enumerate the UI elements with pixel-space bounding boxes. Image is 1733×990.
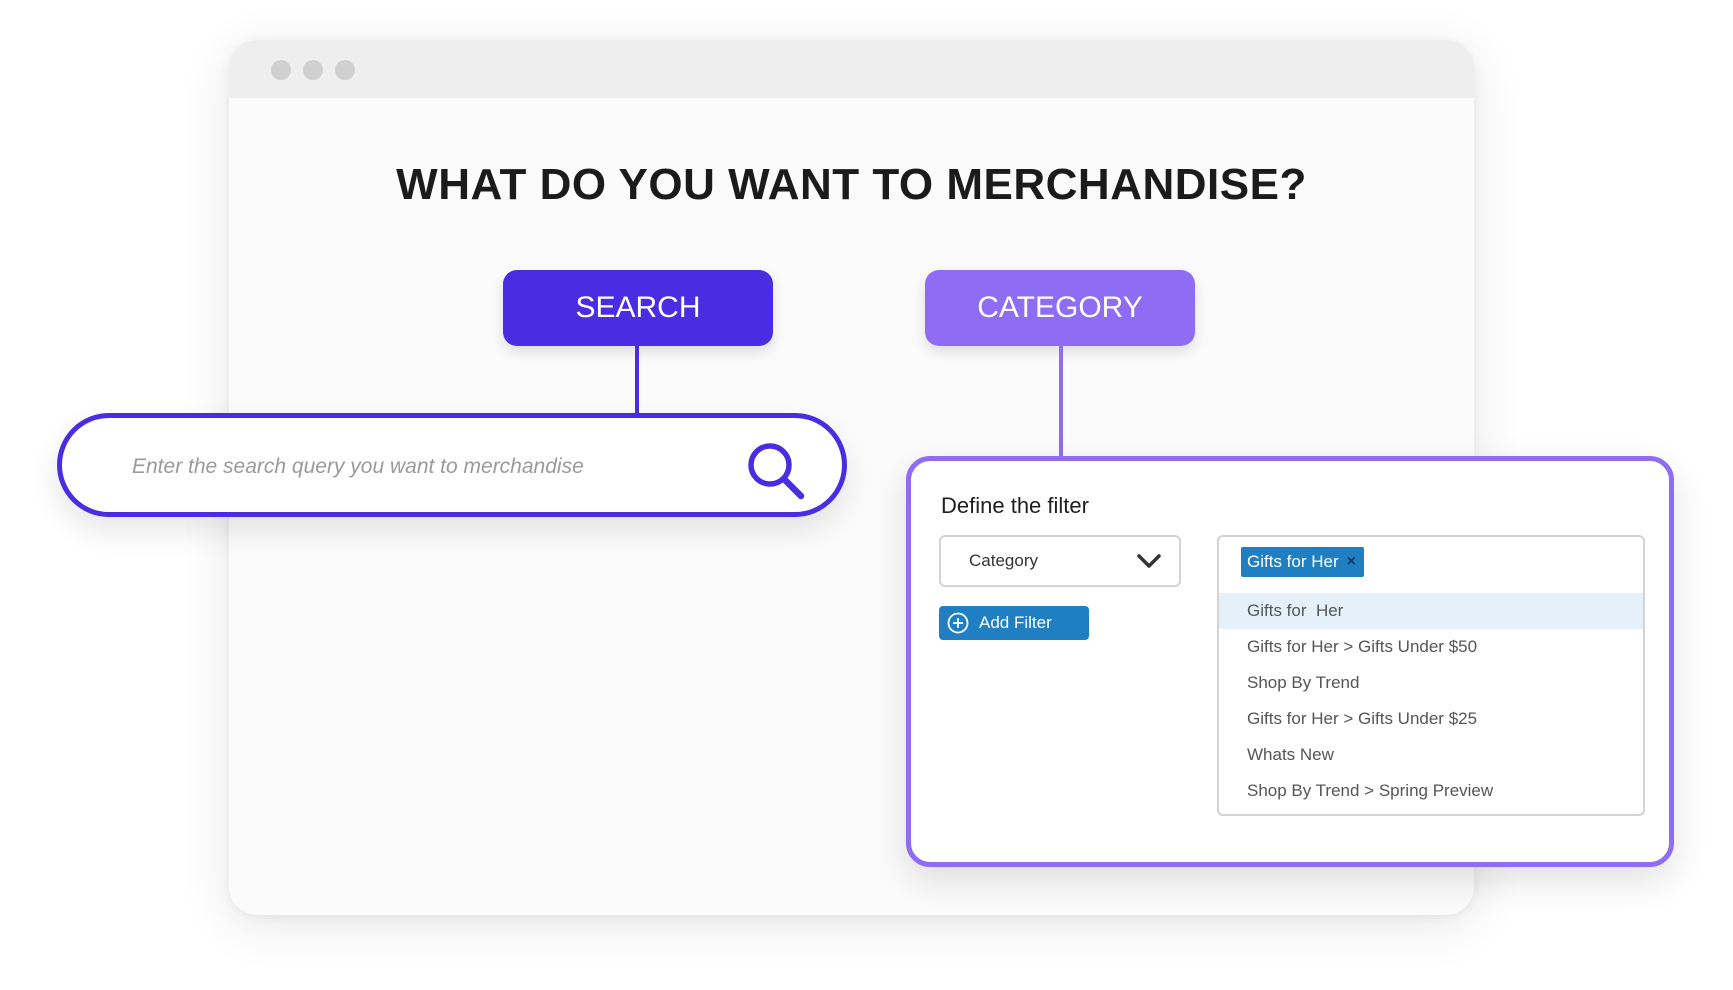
category-connector-line	[1059, 346, 1063, 458]
add-filter-button[interactable]: Add Filter	[939, 606, 1089, 640]
category-option[interactable]: Whats New	[1219, 737, 1643, 773]
category-option[interactable]: Gifts for Her > Gifts Under $50	[1219, 629, 1643, 665]
category-options-list: Gifts for Her Gifts for Her > Gifts Under…	[1217, 585, 1645, 816]
filter-type-value: Category	[969, 551, 1038, 570]
filter-type-select[interactable]: Category	[939, 535, 1181, 587]
selected-category-tag-label: Gifts for Her	[1247, 552, 1339, 571]
search-connector-line	[635, 346, 639, 414]
category-tag-input[interactable]: Gifts for Her ×	[1217, 535, 1645, 587]
category-option[interactable]: Shop By Trend	[1219, 665, 1643, 701]
search-mode-button[interactable]: SEARCH	[503, 270, 773, 346]
category-mode-label: CATEGORY	[977, 291, 1143, 324]
category-option[interactable]: Gifts for Her	[1219, 593, 1643, 629]
chevron-down-icon	[1137, 554, 1161, 568]
filter-title: Define the filter	[941, 493, 1089, 518]
category-option[interactable]: Shop By Trend > Spring Preview	[1219, 773, 1643, 809]
search-input[interactable]	[130, 446, 724, 488]
window-close-dot[interactable]	[271, 60, 291, 80]
category-mode-button[interactable]: CATEGORY	[925, 270, 1195, 346]
window-titlebar	[229, 40, 1474, 98]
selected-category-tag: Gifts for Her ×	[1241, 547, 1364, 577]
filter-panel: Define the filter Category Add Filter Gi…	[906, 456, 1674, 867]
stage: WHAT DO YOU WANT TO MERCHANDISE? SEARCH …	[0, 0, 1733, 990]
category-option[interactable]: Gifts for Her > Gifts Under $25	[1219, 701, 1643, 737]
plus-circle-icon	[947, 612, 969, 634]
page-title: WHAT DO YOU WANT TO MERCHANDISE?	[396, 160, 1307, 209]
search-icon[interactable]	[745, 440, 807, 502]
window-maximize-dot[interactable]	[335, 60, 355, 80]
add-filter-label: Add Filter	[979, 613, 1052, 632]
close-icon[interactable]: ×	[1347, 553, 1356, 571]
search-box	[57, 413, 847, 517]
search-mode-label: SEARCH	[575, 291, 701, 324]
window-minimize-dot[interactable]	[303, 60, 323, 80]
